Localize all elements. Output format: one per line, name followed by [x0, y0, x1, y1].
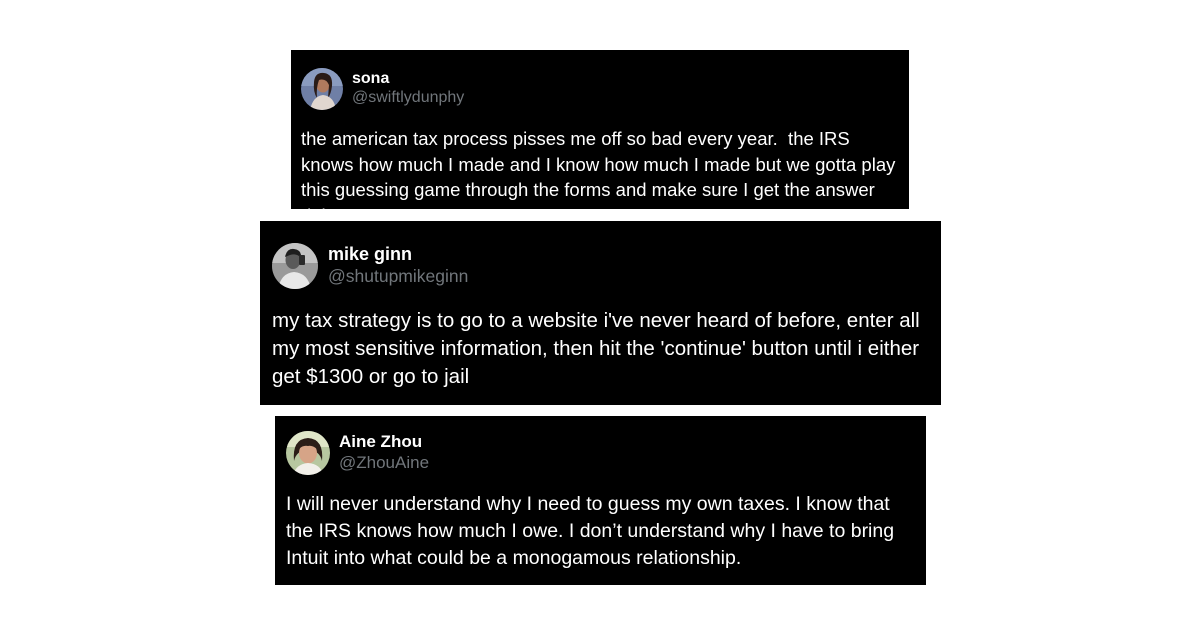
tweet-header: sona @swiftlydunphy [301, 68, 464, 110]
display-name[interactable]: sona [352, 69, 464, 88]
user-handle[interactable]: @shutupmikeginn [328, 265, 468, 288]
tweet-card-mike-ginn[interactable]: mike ginn @shutupmikeginn my tax strateg… [260, 221, 941, 405]
avatar-image [286, 431, 330, 475]
avatar[interactable] [286, 431, 330, 475]
display-name[interactable]: mike ginn [328, 244, 468, 266]
tweet-header: Aine Zhou @ZhouAine [286, 431, 429, 475]
tweet-text: I will never understand why I need to gu… [286, 493, 900, 569]
avatar-image [272, 243, 318, 289]
tweet-text: my tax strategy is to go to a website i'… [272, 309, 926, 388]
tweet-header: mike ginn @shutupmikeginn [272, 243, 468, 289]
tweet-card-aine-zhou[interactable]: Aine Zhou @ZhouAine I will never underst… [275, 416, 926, 585]
display-name[interactable]: Aine Zhou [339, 432, 429, 452]
avatar-image [301, 68, 343, 110]
tweet-card-sona[interactable]: sona @swiftlydunphy the american tax pro… [291, 50, 909, 226]
avatar[interactable] [301, 68, 343, 110]
tweet-text: the american tax process pisses me off s… [301, 128, 901, 226]
user-handle[interactable]: @ZhouAine [339, 452, 429, 474]
user-handle[interactable]: @swiftlydunphy [352, 88, 464, 109]
avatar[interactable] [272, 243, 318, 289]
